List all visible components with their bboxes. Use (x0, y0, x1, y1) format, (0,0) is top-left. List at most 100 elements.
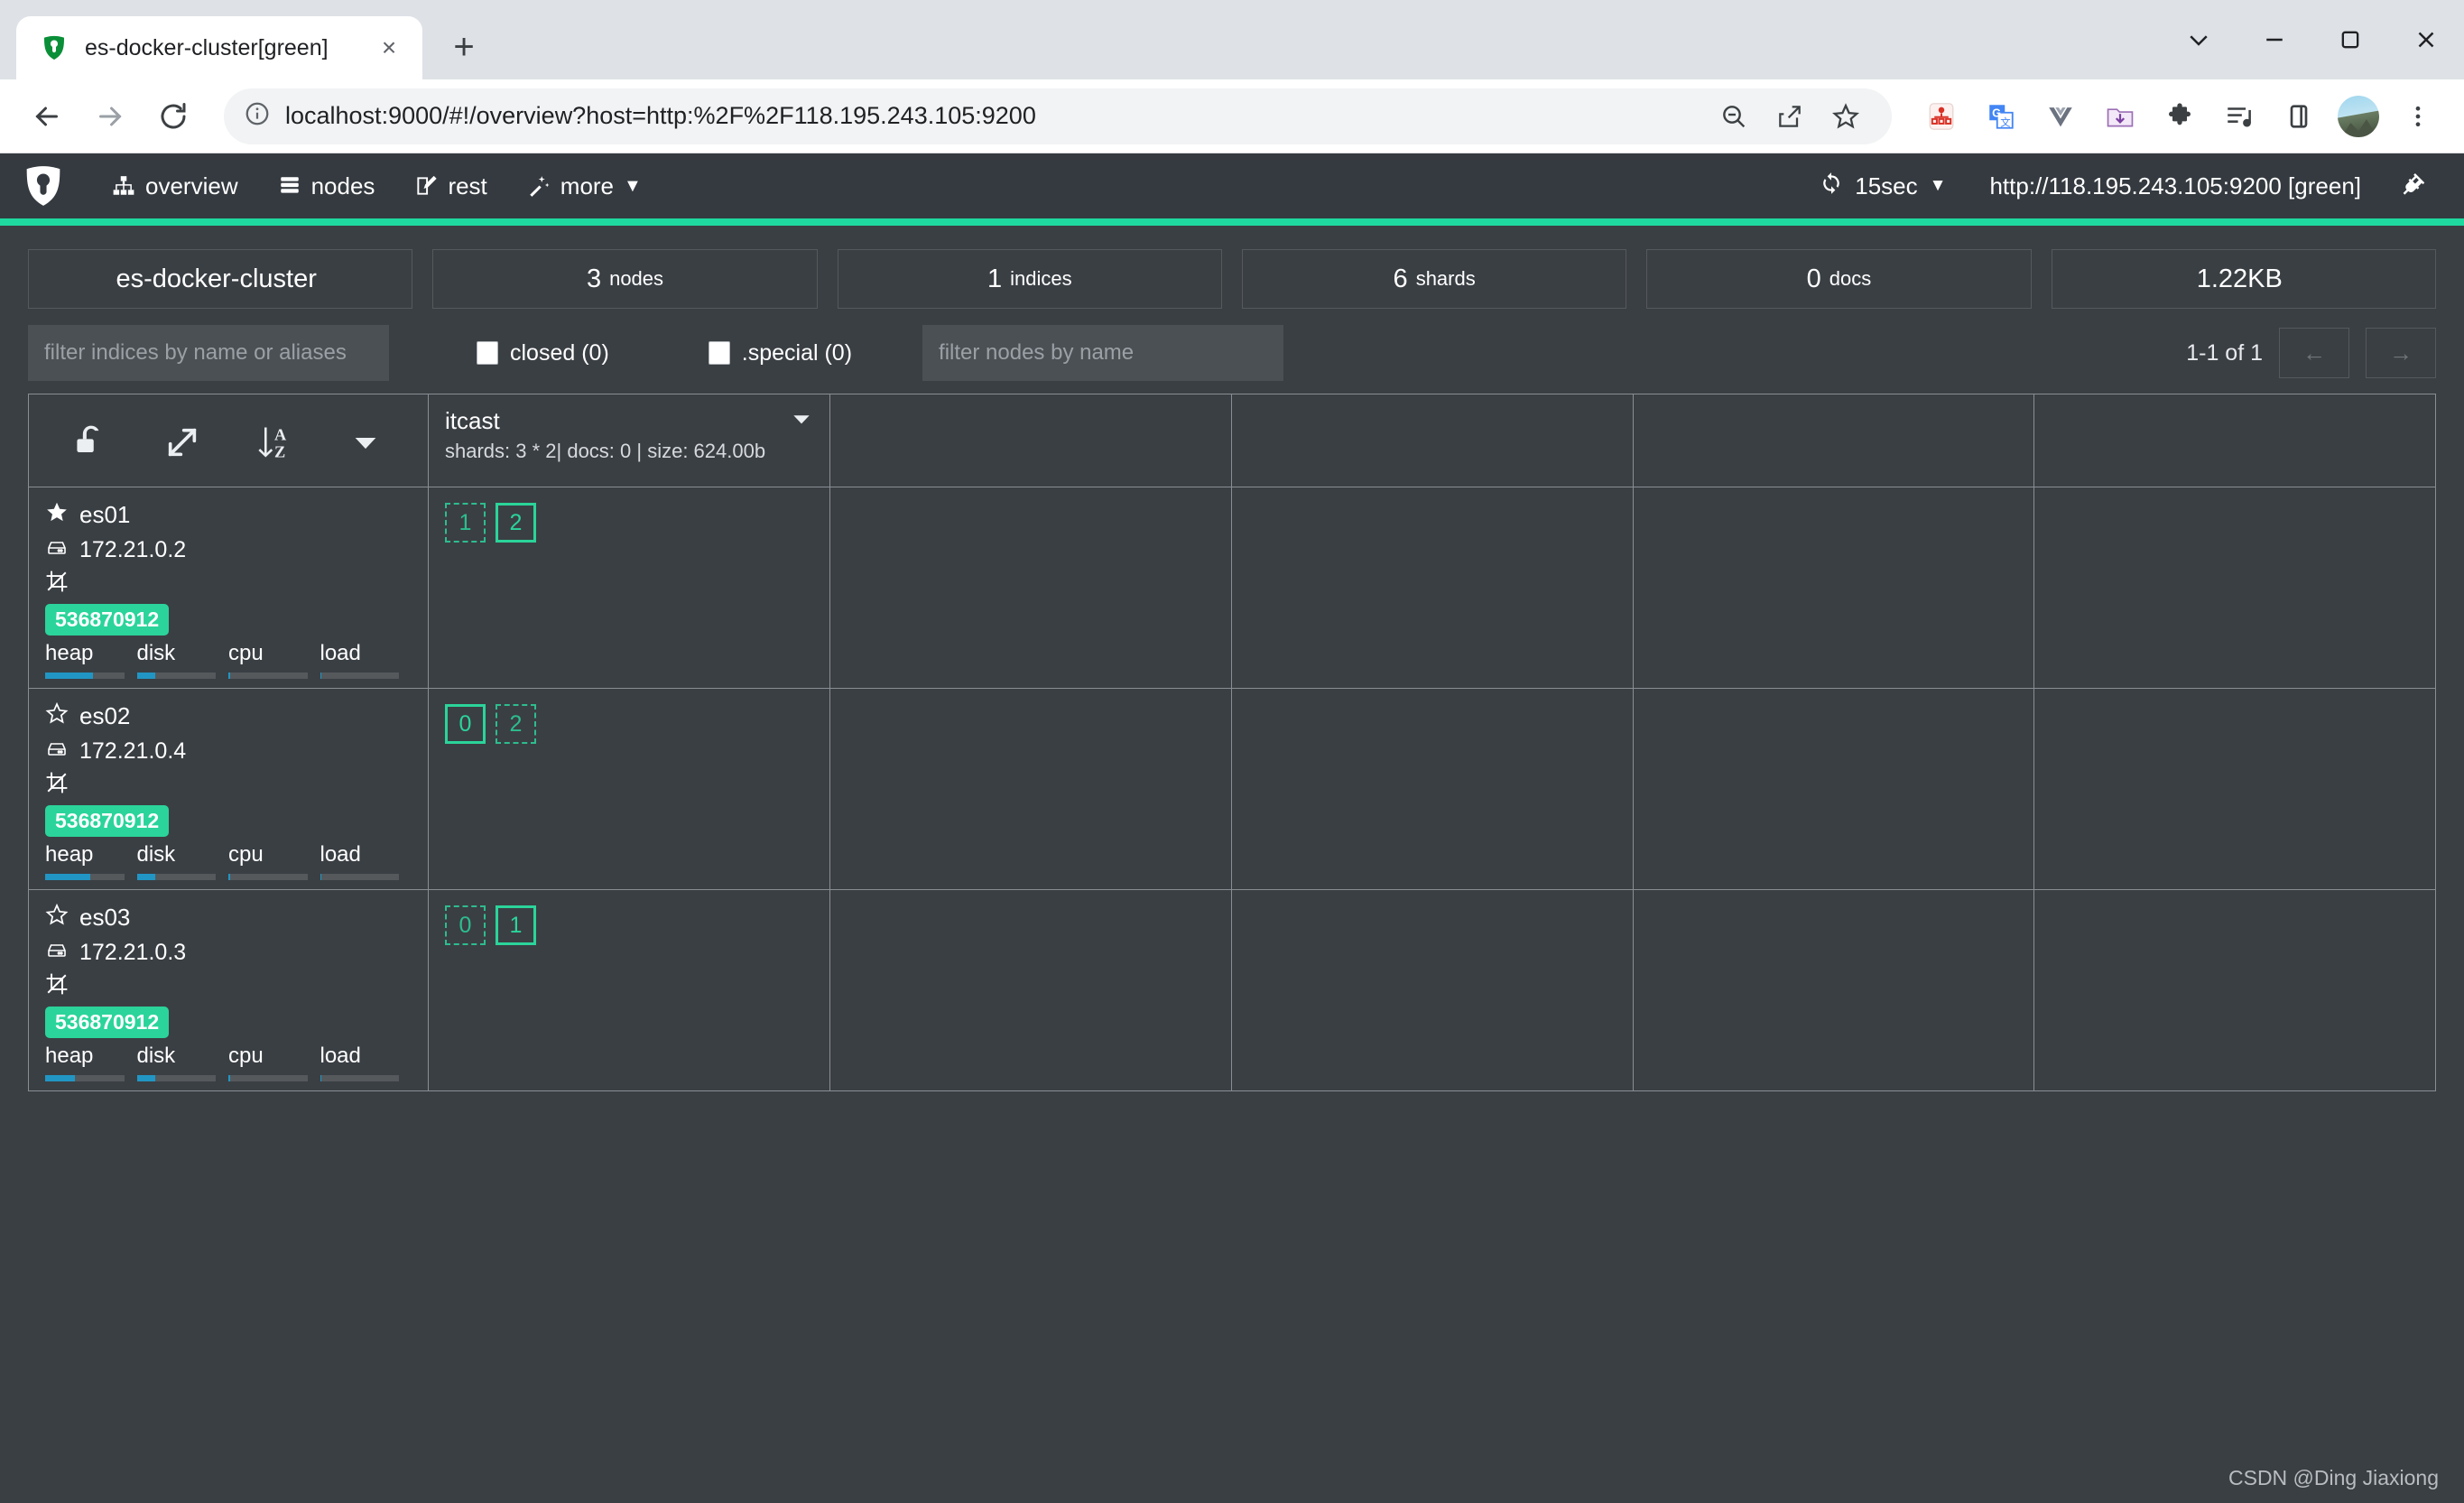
metric-label: disk (136, 842, 176, 867)
stat-label: shards (1415, 267, 1476, 290)
star-outline-icon[interactable] (45, 701, 69, 731)
reload-icon[interactable] (144, 88, 202, 145)
shard-replica[interactable]: 0 (445, 905, 486, 945)
tab-search-icon[interactable] (2161, 0, 2237, 79)
unlock-icon[interactable] (45, 422, 137, 462)
grid-header-row: AZ itcast shards: 3 * 2| docs: 0 | size:… (29, 394, 2435, 487)
checkbox-box[interactable] (708, 341, 730, 365)
browser-tab[interactable]: es-docker-cluster[green] × (16, 16, 422, 79)
metric-bar (320, 874, 399, 880)
grid-empty-cell (830, 487, 1232, 688)
nav-item-rest[interactable]: rest (394, 153, 506, 218)
nav-label: overview (145, 172, 238, 199)
puzzle-extensions-icon[interactable] (2152, 88, 2208, 144)
tab-title: es-docker-cluster[green] (85, 34, 329, 60)
metric-disk: disk (136, 641, 229, 679)
shard-cell: 12 (429, 487, 830, 688)
metric-heap: heap (45, 842, 137, 880)
shard-replica[interactable]: 2 (496, 704, 536, 744)
metric-load: load (320, 641, 412, 679)
checkbox-label: closed (0) (510, 339, 609, 366)
metric-label: cpu (228, 1044, 264, 1068)
index-caret-down-icon[interactable] (790, 407, 813, 435)
close-icon[interactable] (2388, 0, 2464, 79)
plug-icon[interactable] (2385, 172, 2439, 199)
forward-arrow-icon[interactable] (81, 88, 139, 145)
pagination-prev-button[interactable]: ← (2279, 328, 2349, 378)
filter-indices-input[interactable] (28, 325, 389, 381)
stat-cluster-name: es-docker-cluster (28, 249, 413, 309)
sitemap-extension-icon[interactable] (1913, 88, 1969, 144)
avatar[interactable] (2330, 88, 2386, 144)
grid-empty-cell (1634, 689, 2035, 889)
download-folder-icon[interactable] (2092, 88, 2148, 144)
table-row: es01 172.21.0.2 536870912 heap disk cpu load 1 2 (29, 487, 2435, 689)
caret-down-icon[interactable] (320, 427, 412, 458)
nav-item-overview[interactable]: overview (92, 153, 258, 218)
vue-devtools-icon[interactable] (2033, 88, 2089, 144)
svg-text:Z: Z (274, 443, 285, 461)
stat-indices: 1 indices (837, 249, 1222, 309)
expand-icon[interactable] (137, 424, 229, 460)
filter-bar: closed (0) .special (0) 1-1 of 1 ← → (0, 320, 2464, 394)
refresh-interval-selector[interactable]: 15sec ▼ (1800, 153, 1966, 218)
metric-label: cpu (228, 641, 264, 665)
special-indices-checkbox[interactable]: .special (0) (708, 340, 852, 366)
closed-indices-checkbox[interactable]: closed (0) (477, 340, 609, 366)
shard-list: 01 (445, 903, 813, 945)
star-outline-icon[interactable] (45, 903, 69, 932)
zoom-out-icon[interactable] (1708, 90, 1760, 143)
shard-primary[interactable]: 0 (445, 704, 486, 744)
pagination-next-button[interactable]: → (2366, 328, 2436, 378)
new-tab-button[interactable]: + (437, 20, 491, 74)
cerebro-logo-icon[interactable] (20, 162, 67, 209)
node-cell: es01 172.21.0.2 536870912 heap disk cpu load (29, 487, 429, 688)
extension-icons: G文 (1913, 88, 2446, 144)
shard-replica[interactable]: 1 (445, 503, 486, 543)
address-bar[interactable]: localhost:9000/#!/overview?host=http:%2F… (224, 88, 1892, 144)
metric-heap: heap (45, 1044, 137, 1081)
info-circle-icon[interactable] (244, 100, 271, 132)
node-name: es01 (79, 501, 131, 528)
checkbox-box[interactable] (477, 341, 498, 365)
playlist-icon[interactable] (2211, 88, 2267, 144)
metric-bar (320, 673, 399, 679)
node-ip-row: 172.21.0.3 (45, 939, 412, 967)
hdd-icon (45, 536, 69, 564)
index-header-cell[interactable]: itcast shards: 3 * 2| docs: 0 | size: 62… (429, 394, 830, 487)
shard-primary[interactable]: 2 (496, 503, 536, 543)
url-text: localhost:9000/#!/overview?host=http:%2F… (285, 102, 1036, 129)
shard-primary[interactable]: 1 (496, 905, 536, 945)
stat-docs: 0 docs (1646, 249, 2032, 309)
host-indicator[interactable]: http://118.195.243.105:9200 [green] (1966, 153, 2385, 218)
node-ip: 172.21.0.3 (79, 940, 187, 965)
sort-az-icon[interactable]: AZ (228, 422, 320, 462)
node-role-icons (45, 971, 412, 1000)
grid-empty-cell (2034, 689, 2435, 889)
google-translate-icon[interactable]: G文 (1973, 88, 2029, 144)
nav-item-nodes[interactable]: nodes (258, 153, 395, 218)
node-cell: es02 172.21.0.4 536870912 heap disk cpu load (29, 689, 429, 889)
grid-empty-cell (1634, 890, 2035, 1090)
tab-close-icon[interactable]: × (368, 27, 410, 69)
filter-nodes-input[interactable] (922, 325, 1284, 381)
node-metrics: heap disk cpu load (45, 641, 412, 679)
maximize-icon[interactable] (2312, 0, 2388, 79)
share-icon[interactable] (1764, 90, 1816, 143)
node-role-icons (45, 569, 412, 598)
metric-cpu: cpu (228, 842, 320, 880)
bookmark-star-icon[interactable] (1820, 90, 1872, 143)
side-panel-icon[interactable] (2271, 88, 2327, 144)
stat-value: 6 (1393, 264, 1408, 293)
star-filled-icon[interactable] (45, 500, 69, 530)
nav-item-more[interactable]: more ▼ (507, 153, 662, 218)
nav-label: rest (448, 172, 487, 199)
three-dot-menu-icon[interactable] (2390, 88, 2446, 144)
minimize-icon[interactable] (2237, 0, 2312, 79)
node-cell: es03 172.21.0.3 536870912 heap disk cpu load (29, 890, 429, 1090)
metric-disk: disk (136, 1044, 229, 1081)
hdd-icon (45, 939, 69, 967)
back-arrow-icon[interactable] (18, 88, 76, 145)
grid-empty-cell (2034, 890, 2435, 1090)
metric-load: load (320, 1044, 412, 1081)
